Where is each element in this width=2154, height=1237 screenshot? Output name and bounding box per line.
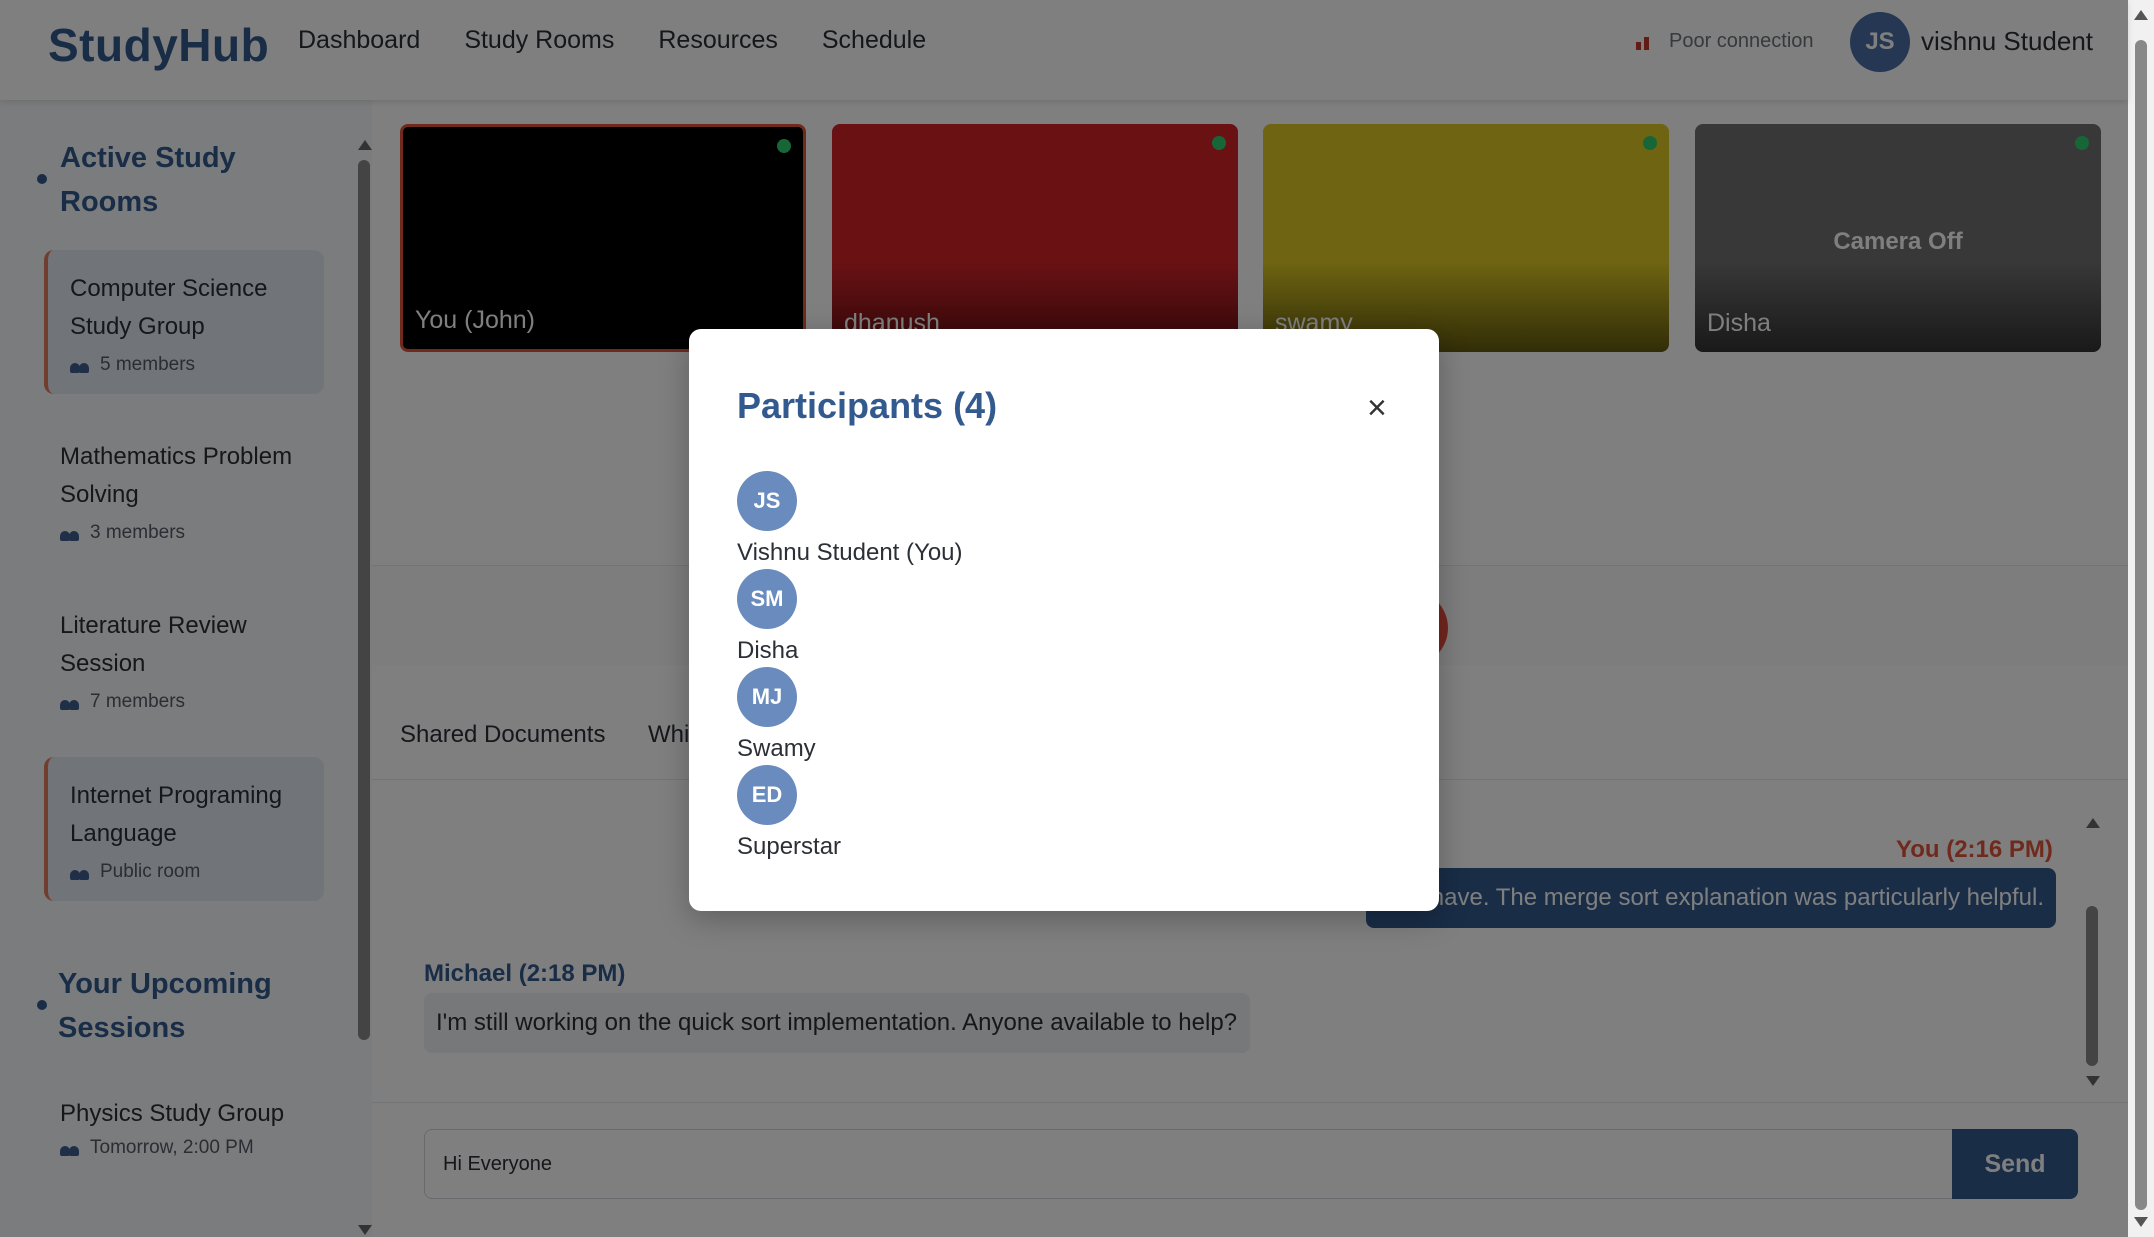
participant-avatar: JS <box>737 471 797 531</box>
scroll-down-arrow-icon[interactable] <box>2134 1217 2148 1227</box>
participant-name: Disha <box>737 637 799 664</box>
participant-avatar: SM <box>737 569 797 629</box>
modal-title: Participants (4) <box>737 385 998 426</box>
participant-item: JS Vishnu Student (You) <box>737 471 1397 569</box>
page-scrollbar[interactable] <box>2128 0 2154 1237</box>
participant-name: Superstar <box>737 833 842 860</box>
participant-name: Vishnu Student (You) <box>737 539 963 566</box>
participant-item: SM Disha <box>737 569 1397 667</box>
participant-avatar: ED <box>737 765 797 825</box>
participant-item: MJ Swamy <box>737 667 1397 765</box>
participant-item: ED Superstar <box>737 765 1397 863</box>
participant-name: Swamy <box>737 735 816 762</box>
participants-list: JS Vishnu Student (You) SM Disha MJ Swam… <box>737 471 1397 863</box>
scroll-up-arrow-icon[interactable] <box>2134 10 2148 20</box>
participants-modal: Participants (4) × JS Vishnu Student (Yo… <box>689 329 1439 911</box>
close-icon[interactable]: × <box>1367 391 1387 425</box>
participant-avatar: MJ <box>737 667 797 727</box>
scroll-thumb[interactable] <box>2135 40 2147 1210</box>
